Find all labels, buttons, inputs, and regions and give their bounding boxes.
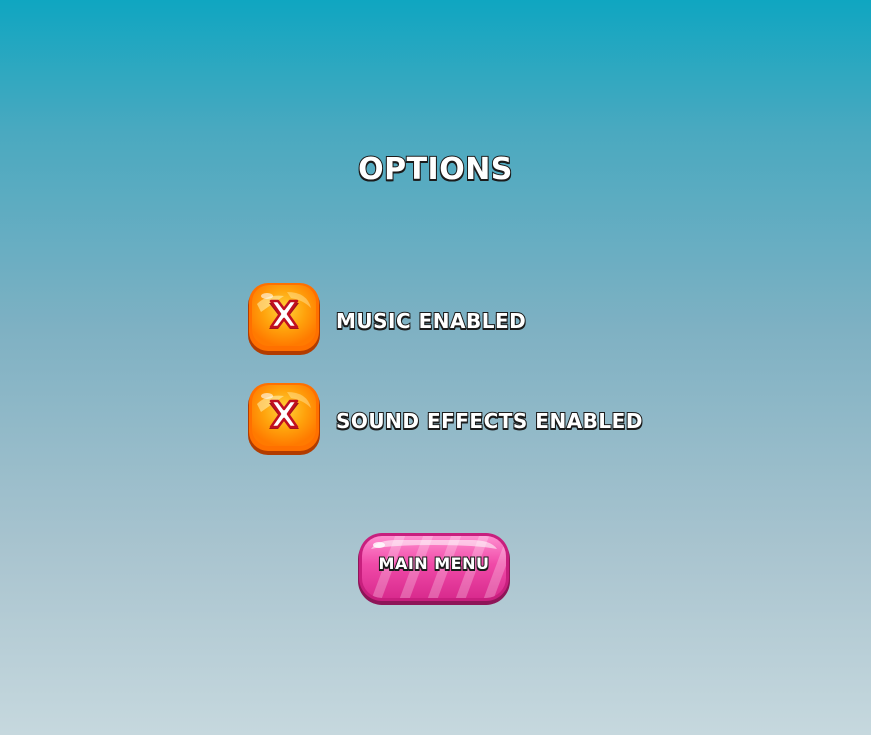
sound-effects-option-row: SOUND EFFECTS ENABLED xyxy=(247,382,643,456)
music-option-label: MUSIC ENABLED xyxy=(335,308,527,334)
main-menu-label: MAIN MENU xyxy=(378,553,490,574)
options-screen: { "screen": { "title": "OPTIONS" }, "opt… xyxy=(0,0,871,735)
page-title: OPTIONS xyxy=(357,151,513,188)
music-option-row: MUSIC ENABLED xyxy=(247,282,527,356)
sound-effects-toggle-button[interactable] xyxy=(247,382,321,456)
sound-effects-option-label: SOUND EFFECTS ENABLED xyxy=(335,408,643,434)
main-menu-button[interactable]: MAIN MENU xyxy=(357,531,511,607)
music-toggle-button[interactable] xyxy=(247,282,321,356)
